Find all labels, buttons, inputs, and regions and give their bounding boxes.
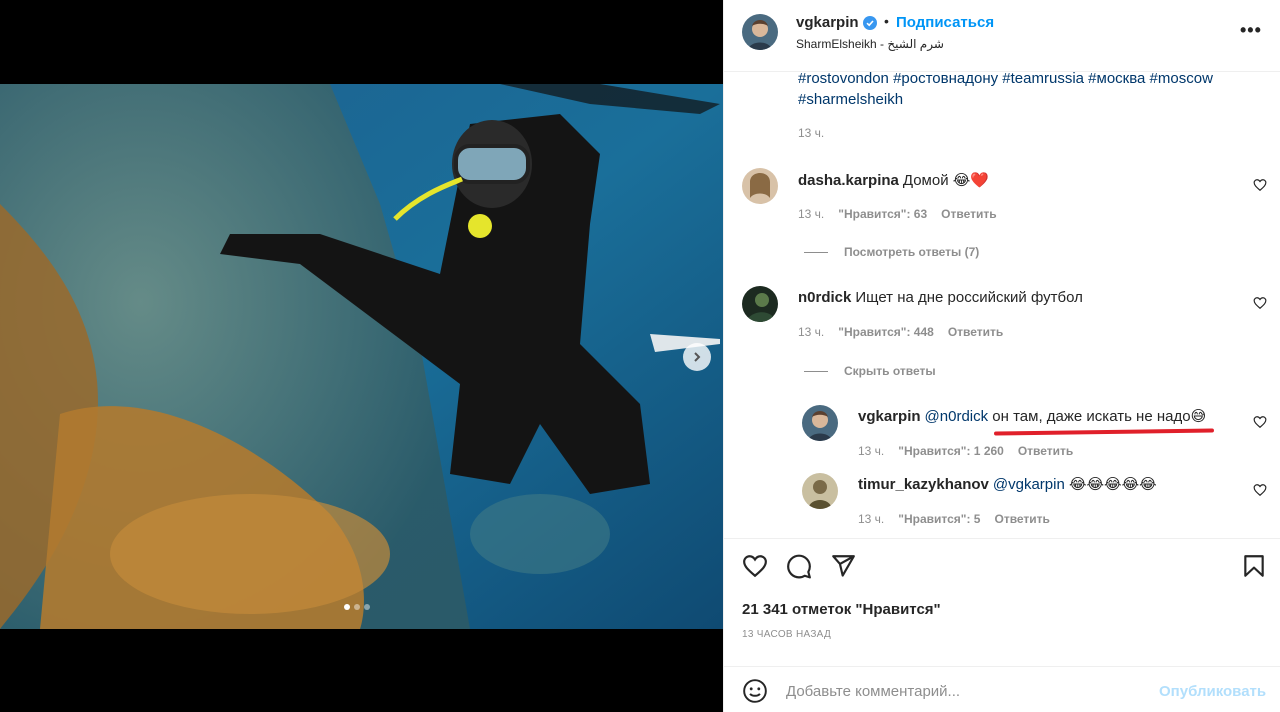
reply-button[interactable]: Ответить xyxy=(941,207,996,221)
add-comment-bar: Опубликовать xyxy=(724,666,1280,712)
hashtag-link[interactable]: #rostovondon xyxy=(798,72,889,87)
replies-divider xyxy=(804,370,828,372)
view-replies-toggle[interactable]: Посмотреть ответы (7) xyxy=(804,245,979,259)
media-pane xyxy=(0,0,723,712)
author-username[interactable]: vgkarpin xyxy=(796,14,859,31)
reply-likes[interactable]: "Нравится": 1 260 xyxy=(898,444,1004,458)
reply-time: 13 ч. xyxy=(858,444,885,458)
comment-like-icon[interactable] xyxy=(1253,296,1267,310)
reply-button[interactable]: Ответить xyxy=(994,512,1049,526)
next-slide-button[interactable] xyxy=(683,343,711,371)
hashtag-link[interactable]: #sharmelsheikh xyxy=(798,91,903,108)
hashtag-link[interactable]: #moscow xyxy=(1150,72,1213,87)
reply-body: 😂😂😂😂😂 xyxy=(1069,476,1157,493)
separator-dot: • xyxy=(884,13,889,29)
reply-meta: 13 ч. "Нравится": 5 Ответить xyxy=(858,512,1050,526)
hide-replies-label: Скрыть ответы xyxy=(844,364,936,378)
comments-list[interactable]: #rostovondon #ростовнадону #teamrussia #… xyxy=(724,72,1280,538)
replies-divider xyxy=(804,251,828,253)
hashtag-link[interactable]: #teamrussia xyxy=(1002,72,1084,87)
comment-like-icon[interactable] xyxy=(1253,415,1267,429)
comment-input[interactable] xyxy=(786,677,1146,705)
hide-replies-toggle[interactable]: Скрыть ответы xyxy=(804,364,936,378)
comment-body: Ищет на дне российский футбол xyxy=(855,289,1083,306)
follow-button[interactable]: Подписаться xyxy=(896,14,994,31)
reply-button[interactable]: Ответить xyxy=(948,325,1003,339)
comment-likes[interactable]: "Нравится": 63 xyxy=(838,207,927,221)
comment-time: 13 ч. xyxy=(798,325,825,339)
reply-meta: 13 ч. "Нравится": 1 260 Ответить xyxy=(858,444,1073,458)
comment-body: Домой 😂❤️ xyxy=(902,172,989,189)
view-replies-label: Посмотреть ответы (7) xyxy=(844,245,980,259)
carousel-dot xyxy=(354,604,360,610)
commenter-avatar[interactable] xyxy=(742,168,778,204)
replier-avatar[interactable] xyxy=(802,405,838,441)
hashtag-link[interactable]: #москва xyxy=(1088,72,1145,87)
comment-like-icon[interactable] xyxy=(1253,483,1267,497)
reply-text: vgkarpin @n0rdick он там, даже искать не … xyxy=(858,407,1206,425)
reply-button[interactable]: Ответить xyxy=(1018,444,1073,458)
reply-mention[interactable]: @n0rdick xyxy=(925,408,989,425)
reply-text: timur_kazykhanov @vgkarpin 😂😂😂😂😂 xyxy=(858,475,1157,493)
comment-username[interactable]: dasha.karpina xyxy=(798,172,899,189)
reply-mention[interactable]: @vgkarpin xyxy=(993,476,1065,493)
publish-button[interactable]: Опубликовать xyxy=(1159,683,1266,700)
author-avatar[interactable] xyxy=(742,14,778,50)
post-actions: 21 341 отметок "Нравится" 13 ЧАСОВ НАЗАД xyxy=(724,538,1280,658)
emoji-smiley-icon[interactable] xyxy=(742,678,768,704)
red-underline-annotation xyxy=(993,428,1215,436)
reply-body: он там, даже искать не надо😅 xyxy=(992,408,1207,425)
comment-text: dasha.karpina Домой 😂❤️ xyxy=(798,171,989,189)
post-side-panel: vgkarpin • Подписаться SharmElsheikh - ش… xyxy=(723,0,1280,712)
share-paper-plane-icon[interactable] xyxy=(830,553,856,579)
comment-time: 13 ч. xyxy=(798,207,825,221)
post-header: vgkarpin • Подписаться SharmElsheikh - ش… xyxy=(724,0,1280,72)
chevron-right-icon xyxy=(694,352,701,362)
comment-like-icon[interactable] xyxy=(1253,178,1267,192)
commenter-avatar[interactable] xyxy=(742,286,778,322)
carousel-dot xyxy=(364,604,370,610)
post-location[interactable]: SharmElsheikh - شرم الشيخ xyxy=(796,37,944,51)
save-bookmark-icon[interactable] xyxy=(1241,553,1267,579)
comment-username[interactable]: n0rdick xyxy=(798,289,851,306)
comment-likes[interactable]: "Нравится": 448 xyxy=(838,325,934,339)
carousel-dot xyxy=(344,604,350,610)
more-options-button[interactable]: ••• xyxy=(1240,20,1262,41)
comment-meta: 13 ч. "Нравится": 448 Ответить xyxy=(798,325,1003,339)
replier-avatar[interactable] xyxy=(802,473,838,509)
post-photo[interactable] xyxy=(0,84,723,629)
hashtag-link[interactable]: #ростовнадону xyxy=(893,72,998,87)
comment-meta: 13 ч. "Нравится": 63 Ответить xyxy=(798,207,997,221)
carousel-indicator xyxy=(344,604,370,610)
likes-count[interactable]: 21 341 отметок "Нравится" xyxy=(742,601,941,618)
caption-time: 13 ч. xyxy=(798,126,825,140)
verified-badge-icon xyxy=(863,16,877,30)
caption-hashtags: #rostovondon #ростовнадону #teamrussia #… xyxy=(798,72,1258,110)
reply-username[interactable]: timur_kazykhanov xyxy=(858,476,989,493)
reply-likes[interactable]: "Нравится": 5 xyxy=(898,512,980,526)
like-heart-icon[interactable] xyxy=(742,553,768,579)
reply-username[interactable]: vgkarpin xyxy=(858,408,921,425)
comment-bubble-icon[interactable] xyxy=(786,553,812,579)
reply-time: 13 ч. xyxy=(858,512,885,526)
comment-text: n0rdick Ищет на дне российский футбол xyxy=(798,289,1083,306)
post-time-ago: 13 ЧАСОВ НАЗАД xyxy=(742,629,832,640)
